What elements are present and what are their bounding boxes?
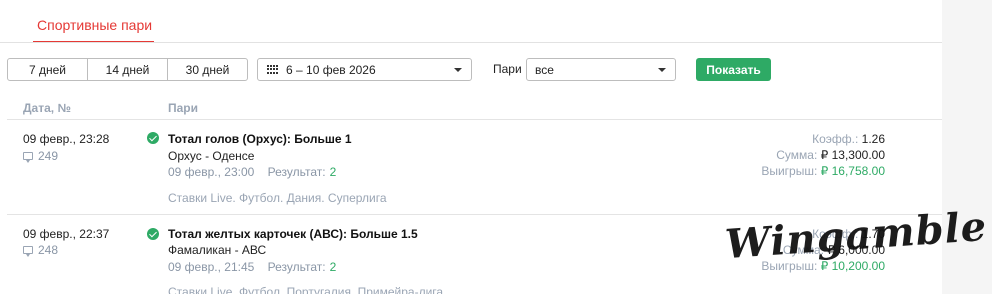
period-14-days-button[interactable]: 14 дней xyxy=(88,59,168,80)
win-value: ₽ 16,758.00 xyxy=(820,164,885,178)
bet-result-value: 2 xyxy=(329,165,337,179)
show-button[interactable]: Показать xyxy=(696,58,771,81)
period-selector: 7 дней 14 дней 30 дней xyxy=(7,58,248,81)
tabs-divider xyxy=(0,42,992,43)
chevron-down-icon xyxy=(454,68,462,72)
comment-icon xyxy=(23,246,33,257)
date-range-picker[interactable]: 6 – 10 фев 2026 xyxy=(257,58,472,81)
column-header-bets: Пари xyxy=(168,101,199,115)
bet-teams: Орхус - Оденсе xyxy=(168,149,255,163)
calendar-icon xyxy=(267,64,279,75)
bet-datetime: 09 февр., 23:28 xyxy=(23,132,110,146)
bet-number-value: 249 xyxy=(38,149,59,163)
comment-icon xyxy=(23,152,33,163)
bet-event-time: 09 февр., 23:00 xyxy=(168,165,255,179)
pari-filter-label: Пари xyxy=(493,62,522,76)
period-7-days-button[interactable]: 7 дней xyxy=(8,59,88,80)
bet-win: Выигрыш: ₽ 16,758.00 xyxy=(745,164,885,178)
check-circle-icon xyxy=(147,228,159,240)
bet-title: Тотал голов (Орхус): Больше 1 xyxy=(168,132,352,146)
bet-event-meta: 09 февр., 23:00 Результат: 2 xyxy=(168,165,336,179)
date-range-value: 6 – 10 фев 2026 xyxy=(286,62,376,77)
coef-label: Коэфф.: xyxy=(812,132,859,146)
bet-title: Тотал желтых карточек (АВС): Больше 1.5 xyxy=(168,227,418,241)
sum-value: ₽ 13,300.00 xyxy=(820,148,885,162)
bet-result-label: Результат: xyxy=(267,165,326,179)
coef-value: 1.26 xyxy=(861,132,885,146)
bet-coef: Коэфф.: 1.26 xyxy=(745,132,885,146)
win-value: ₽ 10,200.00 xyxy=(820,259,885,273)
pari-filter-select[interactable]: все xyxy=(526,58,676,81)
bet-league: Ставки Live. Футбол. Дания. Суперлига xyxy=(168,191,387,205)
check-circle-icon xyxy=(147,132,159,144)
win-label: Выигрыш: xyxy=(761,164,818,178)
bet-result-value: 2 xyxy=(329,260,337,274)
bet-number: 249 xyxy=(23,149,58,163)
bet-number: 248 xyxy=(23,243,58,257)
chevron-down-icon xyxy=(658,68,666,72)
period-30-days-button[interactable]: 30 дней xyxy=(168,59,247,80)
bet-league: Ставки Live. Футбол. Португалия. Примейр… xyxy=(168,285,444,294)
bet-event-meta: 09 февр., 21:45 Результат: 2 xyxy=(168,260,336,274)
bet-result-label: Результат: xyxy=(267,260,326,274)
bet-event-time: 09 февр., 21:45 xyxy=(168,260,255,274)
sum-label: Сумма: xyxy=(776,148,818,162)
bet-teams: Фамаликан - АВС xyxy=(168,243,267,257)
header-divider xyxy=(7,119,992,120)
pari-filter-value: все xyxy=(535,62,554,77)
bet-sum: Сумма: ₽ 13,300.00 xyxy=(745,148,885,162)
bet-datetime: 09 февр., 22:37 xyxy=(23,227,110,241)
bet-number-value: 248 xyxy=(38,243,59,257)
column-header-date: Дата, № xyxy=(23,101,71,115)
tab-sport-bets[interactable]: Спортивные пари xyxy=(37,17,152,33)
